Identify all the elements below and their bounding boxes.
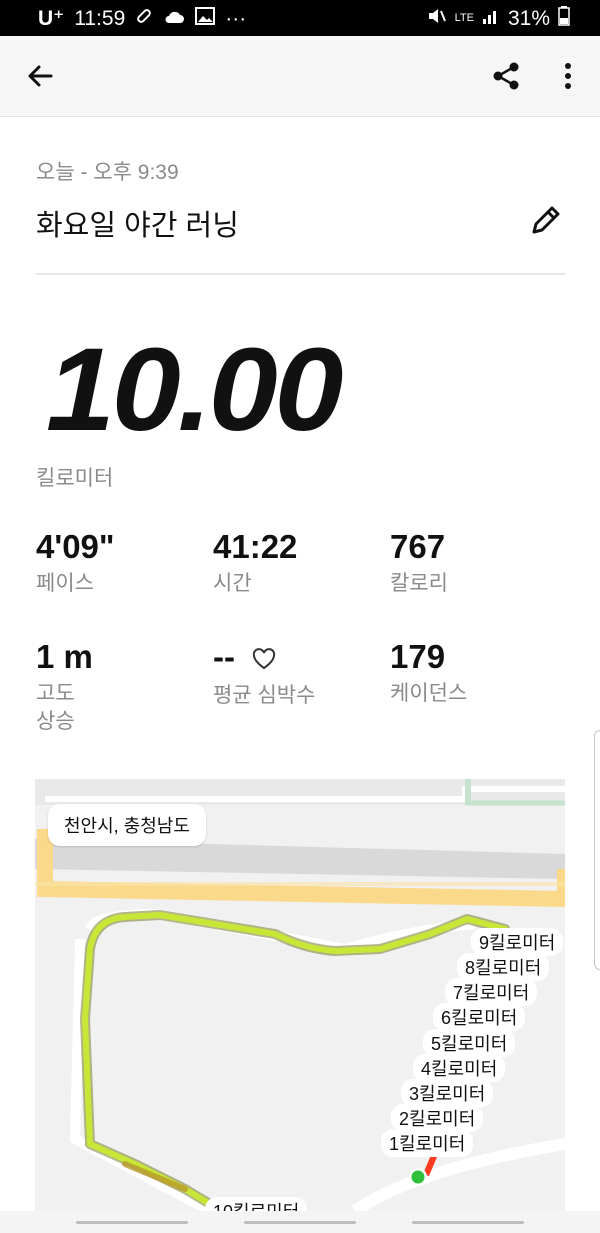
stat-value-row: --: [213, 638, 383, 678]
back-button[interactable]: [20, 56, 60, 96]
pencil-icon: [532, 206, 560, 234]
stat-label: 페이스: [36, 572, 94, 595]
stat-value: --: [213, 638, 235, 675]
stat-label: 칼로리: [390, 572, 448, 595]
stat-value: 179: [390, 638, 446, 675]
more-options-button[interactable]: [548, 56, 588, 96]
stat-value: 4'09": [36, 528, 115, 565]
stat-value: 767: [390, 528, 446, 565]
km-marker: 1킬로미터: [381, 1129, 474, 1157]
edit-title-button[interactable]: [528, 202, 568, 242]
image-icon: [195, 7, 216, 30]
share-icon: [493, 62, 519, 90]
carrier-label: U⁺: [38, 7, 65, 30]
distance-value: 10.00: [46, 324, 343, 456]
km-marker: 3킬로미터: [401, 1079, 494, 1107]
stat-heart-rate: -- 평균 심박수: [213, 638, 383, 710]
km-marker: 4킬로미터: [413, 1054, 506, 1082]
status-bar: U⁺ 11:59 ··· LTE 31%: [0, 0, 600, 36]
battery-percent: 31%: [507, 6, 550, 30]
stat-cadence: 179 케이던스: [390, 638, 560, 708]
stat-label: 평균 심박수: [213, 684, 316, 708]
km-marker: 7킬로미터: [445, 978, 538, 1006]
share-button[interactable]: [486, 56, 526, 96]
arrow-left-icon: [28, 65, 53, 87]
header-divider: [36, 273, 565, 275]
nav-recent-button[interactable]: [76, 1221, 188, 1224]
activity-title: 화요일 야간 러닝: [36, 210, 239, 242]
pill-icon: [135, 7, 153, 30]
route-map[interactable]: 천안시, 충청남도 9킬로미터 8킬로미터 7킬로미터 6킬로미터 5킬로미터 …: [35, 779, 565, 1211]
map-location-label: 천안시, 충청남도: [48, 804, 206, 846]
km-marker: 2킬로미터: [391, 1104, 484, 1132]
heart-outline-icon: [252, 640, 276, 678]
more-vertical-icon: [565, 63, 571, 89]
battery-icon: [558, 6, 570, 31]
stat-label: 케이던스: [390, 682, 468, 705]
more-notifications: ···: [225, 6, 247, 30]
km-marker: 9킬로미터: [471, 928, 564, 956]
nav-home-button[interactable]: [244, 1221, 356, 1224]
system-nav-bar: [0, 1211, 600, 1233]
km-marker: 6킬로미터: [433, 1003, 526, 1031]
stat-label: 고도 상승: [36, 682, 75, 733]
signal-icon: [482, 7, 500, 30]
stat-value: 1 m: [36, 638, 93, 675]
km-marker: 5킬로미터: [423, 1029, 516, 1057]
stat-elevation: 1 m 고도 상승: [36, 638, 206, 736]
stat-label: 시간: [213, 572, 252, 595]
stat-value: 41:22: [213, 528, 298, 565]
nav-back-button[interactable]: [412, 1221, 524, 1224]
stat-time: 41:22 시간: [213, 528, 383, 598]
stat-pace: 4'09" 페이스: [36, 528, 206, 598]
activity-date: 오늘 - 오후 9:39: [36, 161, 179, 184]
app-bar: [0, 36, 600, 117]
edge-panel-handle[interactable]: [594, 730, 600, 970]
distance-unit: 킬로미터: [36, 467, 114, 490]
network-type: LTE: [454, 12, 474, 24]
mute-icon: [427, 7, 447, 30]
cloud-icon: [163, 8, 185, 30]
clock: 11:59: [74, 6, 126, 30]
stat-calories: 767 칼로리: [390, 528, 560, 598]
km-marker: 8킬로미터: [457, 953, 550, 981]
km-marker: 10킬로미터: [205, 1197, 308, 1211]
